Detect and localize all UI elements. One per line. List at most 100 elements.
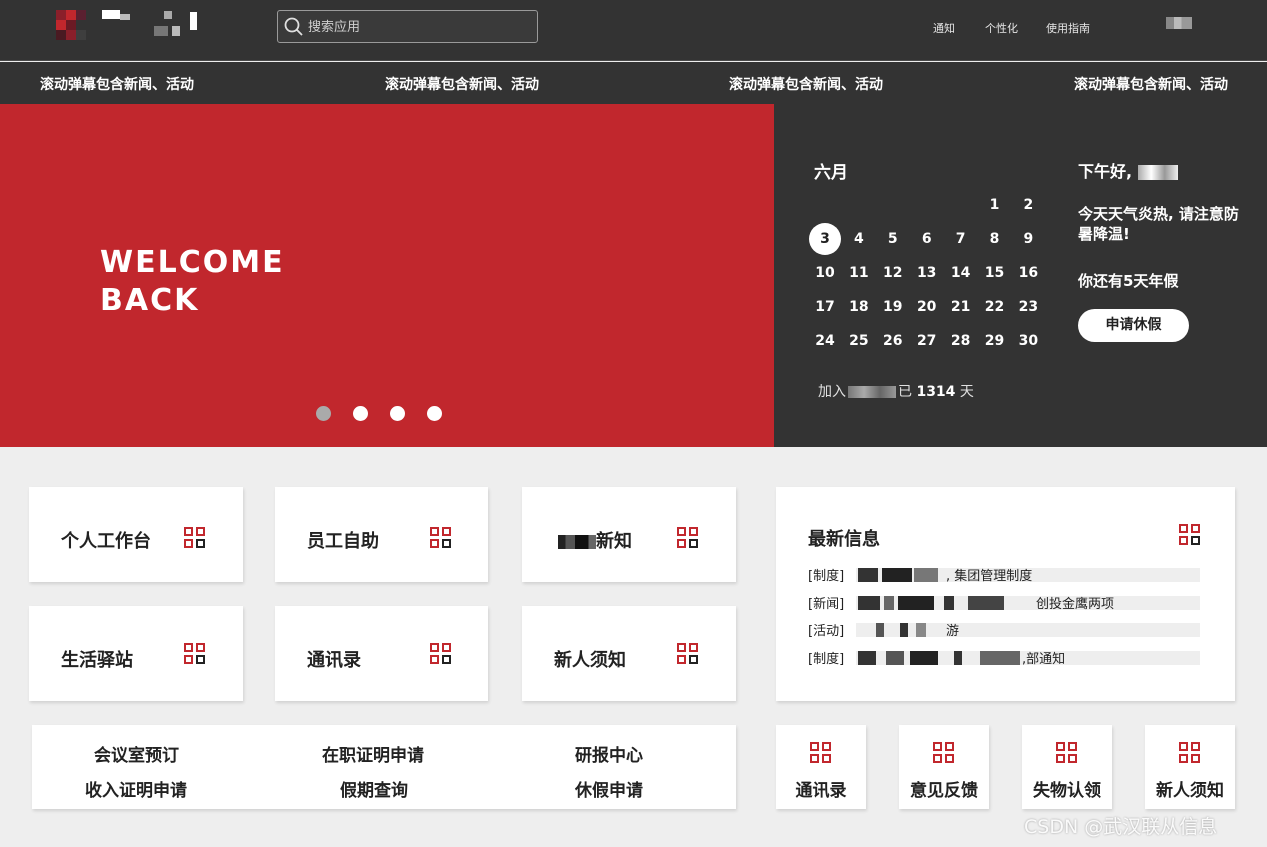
news-item[interactable]: [制度] ,部通知 xyxy=(808,648,1200,676)
carousel-dot-active[interactable] xyxy=(316,406,331,421)
calendar-day[interactable]: 16 xyxy=(1011,256,1045,290)
news-tag: [新闻] xyxy=(808,596,845,612)
calendar-day[interactable]: 28 xyxy=(944,324,978,358)
card-self-service[interactable]: 员工自助 xyxy=(275,487,488,582)
link-leave-apply[interactable]: 休假申请 xyxy=(575,776,643,801)
card-notice[interactable]: 新知 xyxy=(522,487,736,582)
tenure-days: 1314 xyxy=(916,384,956,400)
weather-tip: 今天天气炎热, 请注意防暑降温! xyxy=(1078,205,1239,243)
mini-app-newcomer[interactable]: 新人须知 xyxy=(1145,725,1235,809)
mini-app-contacts[interactable]: 通讯录 xyxy=(776,725,866,809)
calendar-day[interactable]: 14 xyxy=(944,256,978,290)
nav-personalize[interactable]: 个性化 xyxy=(985,20,1018,36)
calendar-day[interactable]: 8 xyxy=(978,222,1012,256)
hero-banner: WELCOME BACK xyxy=(0,104,774,447)
grid-icon xyxy=(1179,742,1201,764)
redacted-text xyxy=(558,535,596,549)
calendar-day[interactable]: 22 xyxy=(978,290,1012,324)
news-marquee: 滚动弹幕包含新闻、活动 滚动弹幕包含新闻、活动 滚动弹幕包含新闻、活动 滚动弹幕… xyxy=(0,62,1267,104)
calendar-day[interactable]: 10 xyxy=(808,256,842,290)
carousel-dot[interactable] xyxy=(427,406,442,421)
calendar-day[interactable]: 24 xyxy=(808,324,842,358)
calendar-day[interactable]: 18 xyxy=(842,290,876,324)
grid-icon xyxy=(184,643,206,665)
calendar-day[interactable]: 5 xyxy=(876,222,910,256)
avatar[interactable] xyxy=(1166,17,1192,29)
carousel-dot[interactable] xyxy=(353,406,368,421)
watermark: CSDN @武汉联从信息 xyxy=(1024,816,1218,838)
calendar-day[interactable]: 12 xyxy=(876,256,910,290)
marquee-item[interactable]: 滚动弹幕包含新闻、活动 xyxy=(40,74,194,94)
link-employment-cert[interactable]: 在职证明申请 xyxy=(322,741,424,766)
welcome-line-1: WELCOME xyxy=(100,245,285,280)
news-text: 游 xyxy=(946,624,960,639)
calendar-day[interactable]: 1 xyxy=(978,188,1012,222)
card-label: 员工自助 xyxy=(307,531,379,552)
calendar-day[interactable]: 7 xyxy=(944,222,978,256)
news-text: , 集团管理制度 xyxy=(946,569,1033,584)
calendar-day[interactable]: 20 xyxy=(910,290,944,324)
mini-app-feedback[interactable]: 意见反馈 xyxy=(899,725,989,809)
calendar-day-today[interactable]: 3 xyxy=(808,222,842,256)
search-box[interactable] xyxy=(277,10,538,43)
calendar-day[interactable]: 4 xyxy=(842,222,876,256)
calendar-day[interactable]: 13 xyxy=(910,256,944,290)
link-leave-query[interactable]: 假期查询 xyxy=(340,776,408,801)
news-item[interactable]: [制度] , 集团管理制度 xyxy=(808,565,1200,593)
calendar-day[interactable]: 21 xyxy=(944,290,978,324)
news-item[interactable]: [活动] 游 xyxy=(808,620,1200,648)
news-item[interactable]: [新闻] 创投金鹰两项 xyxy=(808,593,1200,621)
company-name-redacted xyxy=(848,386,896,398)
calendar-panel: 六月 1 2 3 4 5 6 7 8 9 10 11 12 13 14 15 16 17 18 19 20 21 22 23… xyxy=(774,104,1267,447)
calendar-day[interactable]: 29 xyxy=(978,324,1012,358)
card-contacts[interactable]: 通讯录 xyxy=(275,606,488,701)
search-input[interactable] xyxy=(308,15,528,39)
grid-icon xyxy=(430,643,452,665)
tenure-text: 加入 已 1314 天 xyxy=(818,381,974,401)
holiday-balance: 你还有5天年假 xyxy=(1078,272,1179,290)
link-research-center[interactable]: 研报中心 xyxy=(575,741,643,766)
welcome-title: WELCOME BACK xyxy=(100,244,285,320)
calendar-day[interactable]: 17 xyxy=(808,290,842,324)
calendar-day[interactable]: 30 xyxy=(1011,324,1045,358)
mini-app-lost-found[interactable]: 失物认领 xyxy=(1022,725,1112,809)
calendar-day[interactable]: 23 xyxy=(1011,290,1045,324)
quick-links-panel: 会议室预订 在职证明申请 研报中心 收入证明申请 假期查询 休假申请 xyxy=(32,725,736,809)
tenure-suffix: 天 xyxy=(959,384,974,400)
calendar-day[interactable]: 25 xyxy=(842,324,876,358)
grid-icon xyxy=(677,527,699,549)
link-meeting-room[interactable]: 会议室预订 xyxy=(94,741,179,766)
marquee-item[interactable]: 滚动弹幕包含新闻、活动 xyxy=(1074,74,1228,94)
calendar-day[interactable]: 27 xyxy=(910,324,944,358)
mini-app-label: 失物认领 xyxy=(1033,781,1101,801)
greeting-text: 下午好, xyxy=(1078,162,1133,181)
grid-icon xyxy=(1056,742,1078,764)
mini-app-label: 通讯录 xyxy=(795,781,847,801)
calendar-day[interactable]: 11 xyxy=(842,256,876,290)
latest-news-card: 最新信息 [制度] , 集团管理制度 [新闻] 创投金鹰两项 [活动] 游 [制… xyxy=(776,487,1235,701)
calendar-day[interactable]: 2 xyxy=(1011,188,1045,222)
nav-notifications[interactable]: 通知 xyxy=(933,20,955,36)
calendar-day[interactable]: 15 xyxy=(978,256,1012,290)
company-logo[interactable] xyxy=(54,8,204,50)
calendar-day[interactable]: 26 xyxy=(876,324,910,358)
top-bar: 通知 个性化 使用指南 xyxy=(0,0,1267,61)
card-label: 新知 xyxy=(558,527,632,553)
nav-guide[interactable]: 使用指南 xyxy=(1046,20,1090,36)
calendar-day[interactable]: 19 xyxy=(876,290,910,324)
news-text: ,部通知 xyxy=(1022,651,1066,667)
apply-leave-button[interactable]: 申请休假 xyxy=(1078,309,1189,342)
calendar-day[interactable]: 9 xyxy=(1011,222,1045,256)
user-name-redacted xyxy=(1137,165,1178,180)
marquee-item[interactable]: 滚动弹幕包含新闻、活动 xyxy=(385,74,539,94)
card-workbench[interactable]: 个人工作台 xyxy=(29,487,243,582)
card-life-station[interactable]: 生活驿站 xyxy=(29,606,243,701)
carousel-dot[interactable] xyxy=(390,406,405,421)
marquee-item[interactable]: 滚动弹幕包含新闻、活动 xyxy=(729,74,883,94)
card-newcomer[interactable]: 新人须知 xyxy=(522,606,736,701)
calendar-day[interactable]: 6 xyxy=(910,222,944,256)
link-income-cert[interactable]: 收入证明申请 xyxy=(85,776,187,801)
news-tag: [制度] xyxy=(808,651,845,667)
card-label: 个人工作台 xyxy=(61,531,151,552)
grid-icon[interactable] xyxy=(1179,524,1201,546)
